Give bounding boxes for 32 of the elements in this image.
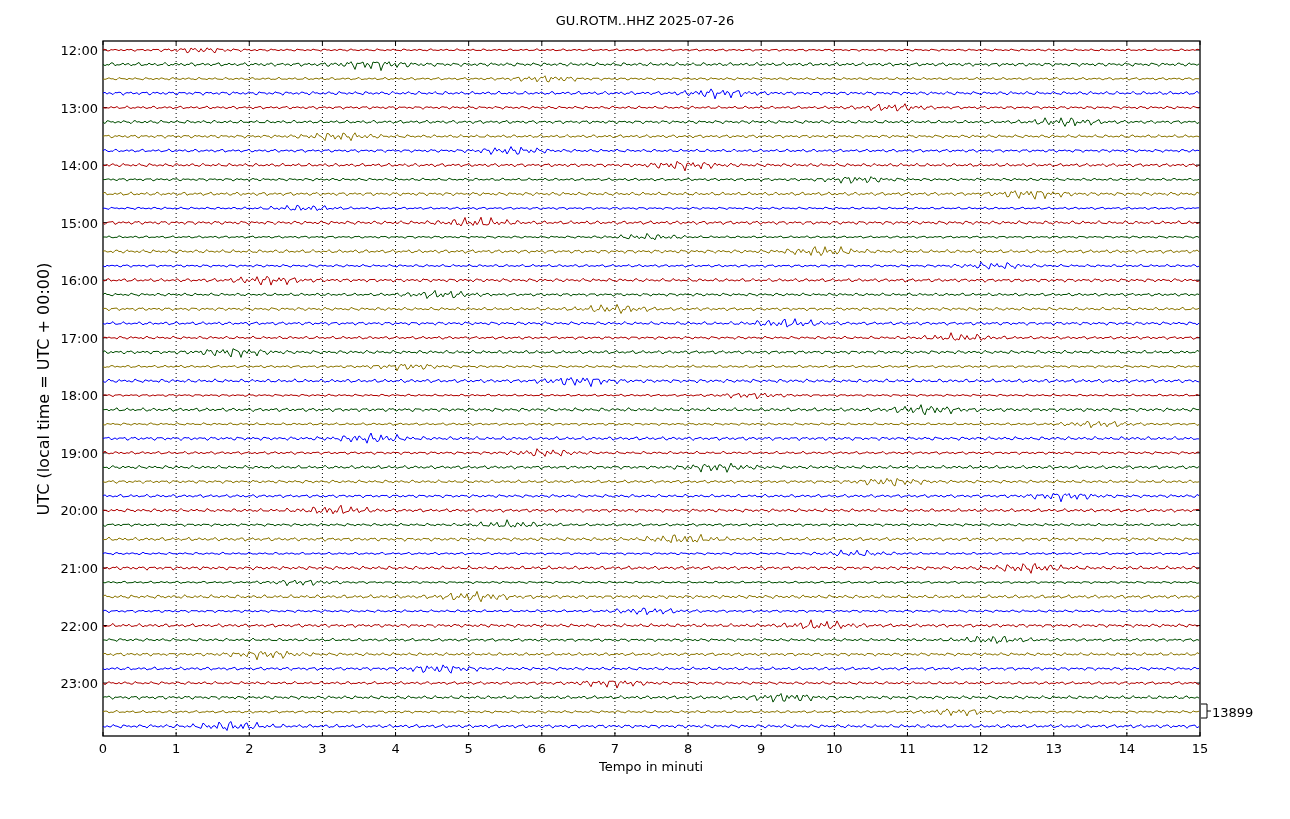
x-tick-label: 11 (899, 741, 916, 756)
y-tick-label: 17:00 (60, 330, 98, 346)
x-tick-label: 9 (757, 741, 766, 756)
y-tick-label: 21:00 (60, 560, 98, 576)
y-tick-label: 13:00 (60, 100, 98, 116)
y-tick-label: 22:00 (60, 618, 98, 634)
x-tick-label: 6 (537, 741, 546, 756)
x-tick-label: 13 (1045, 741, 1062, 756)
x-tick-label: 8 (683, 741, 693, 756)
y-tick-label: 14:00 (60, 158, 98, 174)
y-tick-label: 18:00 (60, 388, 98, 404)
y-tick-label: 19:00 (60, 445, 98, 461)
x-tick-label: 2 (245, 741, 254, 756)
x-tick-label: 7 (610, 741, 620, 756)
y-tick-label: 16:00 (60, 273, 98, 289)
y-tick-label: 23:00 (60, 676, 98, 692)
x-tick-label: 4 (391, 741, 400, 756)
x-tick-label: 1 (172, 741, 181, 756)
x-tick-label: 5 (464, 741, 473, 756)
y-tick-label: 12:00 (60, 43, 98, 58)
scale-label: 13899 (1212, 705, 1254, 720)
x-tick-label: 0 (98, 741, 108, 756)
x-tick-label: 12 (972, 741, 989, 756)
x-tick-label: 14 (1118, 741, 1136, 756)
x-tick-label: 10 (826, 741, 843, 756)
y-tick-label: 20:00 (60, 503, 98, 519)
x-axis-label: Tempo in minuti (598, 759, 704, 774)
x-tick-label: 15 (1191, 741, 1209, 756)
y-tick-label: 15:00 (60, 215, 98, 231)
x-tick-label: 3 (318, 741, 327, 756)
plot-title: GU.ROTM..HHZ 2025-07-26 (555, 13, 735, 28)
y-axis-label: UTC (local time = UTC + 00:00) (34, 262, 53, 516)
